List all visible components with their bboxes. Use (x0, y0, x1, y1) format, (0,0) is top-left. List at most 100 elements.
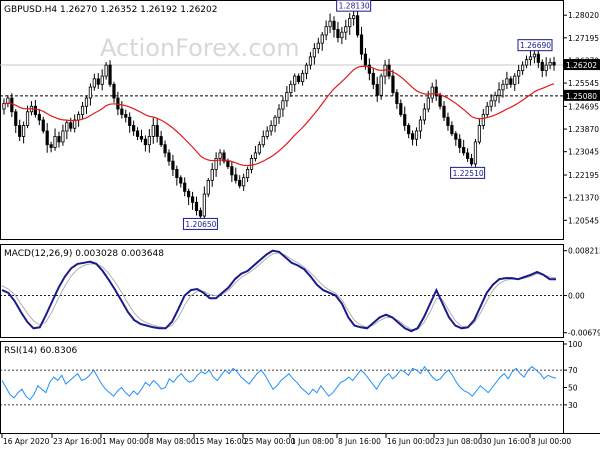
candle-body (473, 141, 478, 165)
candle-body (375, 83, 379, 96)
candle-body (163, 144, 167, 154)
candle-body (489, 100, 493, 107)
candle-body (536, 53, 540, 63)
candle-body (2, 103, 6, 110)
candle-body (422, 108, 426, 121)
candle-body (528, 56, 533, 61)
candle-body (96, 78, 100, 85)
price-ytick-label: 1.23870 (568, 125, 599, 134)
candle-body (426, 97, 430, 110)
candle-body (355, 15, 360, 36)
candle-body (300, 72, 305, 82)
candle-body (395, 92, 399, 104)
candle-body (414, 130, 419, 140)
rsi-ytick-label: 50 (568, 384, 578, 393)
candle-body (273, 116, 277, 126)
candle-body (320, 34, 324, 44)
candle-body (403, 114, 407, 126)
rsi-ytick-label: 100 (568, 340, 583, 349)
price-ytick-label: 1.24695 (568, 102, 599, 111)
candle-body (391, 75, 395, 93)
macd-panel-title: MACD(12,26,9) 0.003028 0.003648 (4, 249, 164, 259)
candle-body (84, 97, 89, 107)
time-tick-label: 23 Apr 16:00 (53, 437, 102, 446)
candle-body (348, 18, 352, 28)
time-tick-label: 8 May 08:00 (149, 437, 196, 446)
candle-body (155, 125, 159, 137)
candle-body (336, 29, 340, 39)
candle-body (269, 125, 273, 132)
candle-body (363, 53, 368, 66)
price-ytick-label: 1.20545 (568, 216, 599, 225)
candle-body (265, 130, 269, 137)
candle-body (100, 75, 104, 85)
candle-body (218, 152, 222, 159)
candle-body (552, 61, 556, 66)
candle-body (501, 83, 505, 91)
candle-body (238, 179, 242, 187)
candle-body (14, 111, 18, 126)
candle-body (371, 72, 375, 85)
candle-body (45, 130, 49, 146)
candle-body (242, 177, 246, 187)
candle-body (517, 70, 521, 77)
candle-body (532, 53, 536, 58)
rsi-line (1, 365, 557, 401)
candle-body (548, 61, 552, 66)
candle-body (245, 168, 250, 179)
macd-ytick-label: -0.006796 (568, 329, 600, 338)
candle-body (112, 83, 116, 99)
time-axis: 16 Apr 2020 23 Apr 16:00 1 May 00:00 8 May … (1, 434, 571, 446)
candle-body (497, 89, 501, 96)
rsi-layer: 100 70 50 30 (0, 340, 583, 410)
price-layer: 1.280201.271951.263701.255451.246951.238… (0, 0, 600, 230)
candle-body (128, 116, 132, 126)
candle-body (513, 75, 517, 85)
candle-body (159, 136, 163, 146)
candle-body (469, 158, 474, 165)
candle-body (289, 83, 293, 93)
candle-body (202, 193, 206, 217)
candle-body (418, 119, 423, 132)
time-tick-label: 25 May 00:00 (244, 437, 296, 446)
time-tick-label: 23 Jun 08:00 (435, 437, 483, 446)
macd-layer: 0.008213 0.00 -0.006796 (0, 247, 600, 338)
candle-body (249, 158, 254, 170)
candle-body (37, 114, 41, 121)
candle-body (481, 114, 485, 126)
candle-body (485, 105, 489, 115)
price-annotation-label: 1.28130 (339, 2, 370, 11)
candle-body (25, 111, 30, 126)
candle-body (430, 86, 434, 99)
candle-body (344, 26, 348, 33)
candle-body (458, 138, 462, 148)
candle-body (198, 210, 203, 217)
price-ytick-label: 1.27195 (568, 34, 599, 43)
candle-body (57, 136, 61, 143)
macd-signal-line (1, 252, 557, 330)
candle-body (53, 136, 57, 148)
candle-body (521, 64, 525, 72)
candle-body (438, 94, 442, 107)
candle-body (179, 177, 183, 184)
candle-body (285, 92, 289, 102)
current-price-label: 1.26202 (566, 61, 597, 70)
time-tick-label: 1 May 00:00 (102, 437, 149, 446)
candle-body (257, 144, 261, 154)
candle-body (124, 114, 128, 118)
support-level-label: 1.25080 (566, 92, 597, 101)
candle-body (92, 78, 96, 88)
candle-body (253, 152, 258, 159)
candle-body (143, 138, 148, 146)
candle-body (410, 133, 415, 140)
candle-body (206, 179, 210, 195)
candle-body (316, 42, 320, 50)
candle-body (234, 174, 238, 181)
candle-body (210, 168, 214, 181)
macd-main-line (1, 249, 556, 333)
candle-body (151, 125, 155, 137)
time-tick-label: 16 Apr 2020 (3, 437, 50, 446)
time-tick-label: 8 Jul 00:00 (531, 437, 571, 446)
candle-body (312, 48, 316, 58)
price-annotation-label: 1.20650 (185, 220, 216, 229)
